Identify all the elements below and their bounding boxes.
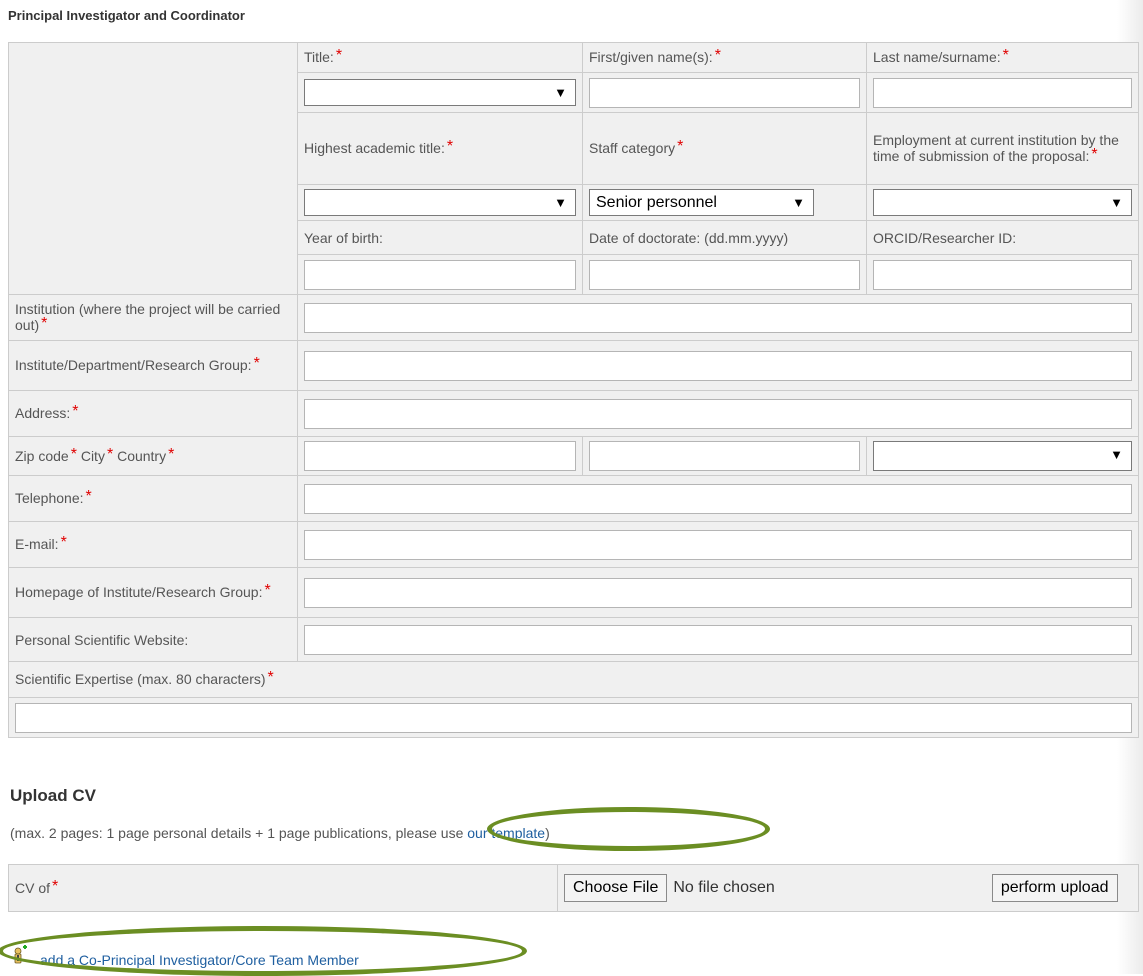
email-label: E-mail: *	[8, 521, 298, 568]
no-file-chosen-text: No file chosen	[673, 879, 775, 896]
cv-file-cell: Choose File No file chosen perform upload	[557, 864, 1139, 912]
address-label: Address: *	[8, 390, 298, 437]
choose-file-button[interactable]: Choose File	[564, 874, 668, 902]
zip-input[interactable]	[304, 441, 576, 471]
dropdown-arrow-icon: ▼	[554, 195, 567, 210]
employment-label: Employment at current institution by the…	[866, 112, 1139, 185]
staff-category-value: Senior personnel	[596, 194, 717, 211]
staff-category-select[interactable]: Senior personnel ▼	[589, 189, 814, 216]
dropdown-arrow-icon: ▼	[1110, 195, 1123, 210]
dropdown-arrow-icon: ▼	[1110, 447, 1123, 462]
dropdown-arrow-icon: ▼	[554, 85, 567, 100]
academic-title-select[interactable]: ▼	[304, 189, 576, 216]
pi-form-table: Title: * First/given name(s): * Last name/…	[8, 42, 1139, 738]
title-label: Title: *	[297, 42, 583, 73]
orcid-label: ORCID/Researcher ID:	[866, 220, 1139, 255]
date-of-doctorate-input[interactable]	[589, 259, 860, 290]
personal-website-label: Personal Scientific Website:	[8, 617, 298, 662]
city-input[interactable]	[589, 441, 860, 471]
personal-website-input[interactable]	[304, 624, 1132, 655]
employment-select[interactable]: ▼	[873, 189, 1132, 216]
last-name-input[interactable]	[873, 77, 1132, 108]
upload-cv-note: (max. 2 pages: 1 page personal details +…	[10, 825, 550, 841]
institute-label: Institute/Department/Research Group: *	[8, 340, 298, 391]
first-name-label: First/given name(s): *	[582, 42, 867, 73]
orcid-input[interactable]	[873, 259, 1132, 290]
last-name-label: Last name/surname: *	[866, 42, 1139, 73]
year-of-birth-label: Year of birth:	[297, 220, 583, 255]
telephone-input[interactable]	[304, 483, 1132, 514]
section-title: Principal Investigator and Coordinator	[8, 8, 245, 23]
academic-title-label: Highest academic title: *	[297, 112, 583, 185]
dropdown-arrow-icon: ▼	[792, 195, 805, 210]
template-link[interactable]: our template	[467, 825, 545, 841]
institution-label: Institution (where the project will be c…	[8, 294, 298, 341]
institution-input[interactable]	[304, 302, 1132, 333]
cv-upload-table: CV of * Choose File No file chosen perform…	[8, 864, 1139, 912]
expertise-label: Scientific Expertise (max. 80 characters…	[8, 661, 1139, 698]
expertise-input[interactable]	[15, 702, 1132, 733]
add-co-investigator-link[interactable]: add a Co-Principal Investigator/Core Tea…	[40, 952, 359, 968]
perform-upload-button[interactable]: perform upload	[991, 874, 1118, 902]
cv-of-label: CV of *	[8, 864, 558, 912]
year-of-birth-input[interactable]	[304, 259, 576, 290]
telephone-label: Telephone: *	[8, 475, 298, 522]
institute-input[interactable]	[304, 350, 1132, 381]
homepage-label: Homepage of Institute/Research Group: *	[8, 567, 298, 618]
empty-label-cell	[8, 42, 298, 295]
date-of-doctorate-label: Date of doctorate: (dd.mm.yyyy)	[582, 220, 867, 255]
first-name-input[interactable]	[589, 77, 860, 108]
add-user-icon	[12, 945, 28, 968]
add-co-investigator-row[interactable]: add a Co-Principal Investigator/Core Tea…	[12, 945, 359, 968]
staff-category-label: Staff category *	[582, 112, 867, 185]
title-select[interactable]: ▼	[304, 79, 576, 106]
homepage-input[interactable]	[304, 577, 1132, 608]
email-input[interactable]	[304, 529, 1132, 560]
upload-cv-title: Upload CV	[10, 786, 96, 805]
country-select[interactable]: ▼	[873, 441, 1132, 471]
address-input[interactable]	[304, 398, 1132, 429]
zip-city-country-label: Zip code * City * Country *	[8, 436, 298, 476]
